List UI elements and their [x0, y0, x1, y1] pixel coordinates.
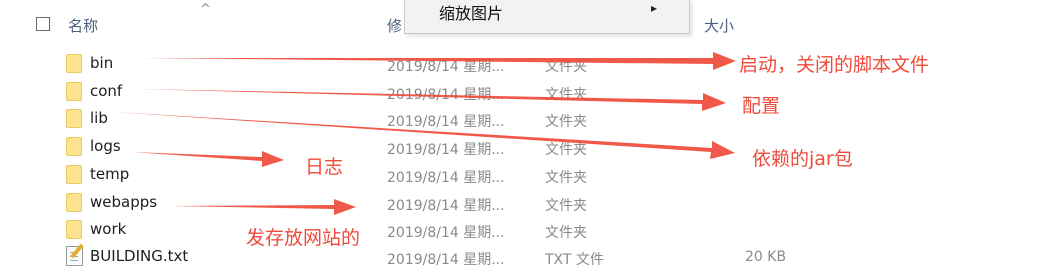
file-date: 2019/8/14 星期... — [387, 225, 505, 241]
annotation-conf: 配置 — [742, 95, 781, 117]
file-type: 文件夹 — [545, 225, 587, 241]
file-date: 2019/8/14 星期... — [387, 252, 505, 268]
folder-icon — [66, 220, 82, 239]
file-date: 2019/8/14 星期... — [387, 59, 505, 75]
file-name: BUILDING.txt — [90, 247, 189, 265]
text-file-icon — [66, 243, 84, 266]
file-name: lib — [90, 109, 108, 127]
annotation-lib: 依赖的jar包 — [752, 148, 853, 170]
sort-ascending-icon: ^ — [200, 2, 211, 17]
file-row-conf[interactable]: conf 2019/8/14 星期... 文件夹 — [0, 78, 1050, 105]
annotation-logs: 日志 — [305, 156, 344, 178]
date-column-header[interactable]: 修 — [387, 15, 402, 36]
file-type: 文件夹 — [545, 59, 587, 75]
file-row-webapps[interactable]: webapps 2019/8/14 星期... 文件夹 — [0, 189, 1050, 216]
file-row-logs[interactable]: logs 2019/8/14 星期... 文件夹 — [0, 133, 1050, 160]
folder-icon — [66, 137, 82, 156]
file-date: 2019/8/14 星期... — [387, 142, 505, 158]
file-name: logs — [90, 137, 121, 155]
file-type: TXT 文件 — [545, 252, 604, 268]
annotation-webapps: 发存放网站的 — [246, 227, 361, 249]
file-date: 2019/8/14 星期... — [387, 114, 505, 130]
menu-item-zoom-image[interactable]: 缩放图片 — [439, 0, 503, 24]
file-date: 2019/8/14 星期... — [387, 198, 505, 214]
select-all-checkbox[interactable] — [36, 17, 50, 31]
file-name: conf — [90, 82, 123, 100]
file-type: 文件夹 — [545, 114, 587, 130]
file-name: bin — [90, 54, 114, 72]
annotation-bin: 启动，关闭的脚本文件 — [739, 54, 930, 76]
file-name: work — [90, 220, 127, 238]
file-type: 文件夹 — [545, 198, 587, 214]
folder-icon — [66, 193, 82, 212]
file-date: 2019/8/14 星期... — [387, 170, 505, 186]
file-row-temp[interactable]: temp 2019/8/14 星期... 文件夹 — [0, 161, 1050, 188]
name-column-header[interactable]: 名称 — [68, 15, 98, 36]
file-size: 20 KB — [745, 249, 787, 265]
folder-icon — [66, 82, 82, 101]
file-date: 2019/8/14 星期... — [387, 87, 505, 103]
file-row-lib[interactable]: lib 2019/8/14 星期... 文件夹 — [0, 105, 1050, 132]
file-row-work[interactable]: work 2019/8/14 星期... 文件夹 — [0, 216, 1050, 243]
folder-icon — [66, 109, 82, 128]
file-name: webapps — [90, 193, 158, 211]
file-type: 文件夹 — [545, 142, 587, 158]
file-name: temp — [90, 165, 130, 183]
submenu-arrow-icon: ▸ — [650, 1, 657, 15]
folder-icon — [66, 54, 82, 73]
size-column-header[interactable]: 大小 — [704, 15, 734, 36]
folder-icon — [66, 165, 82, 184]
context-menu: 缩放图片 ▸ — [404, 0, 690, 34]
file-row-building-txt[interactable]: BUILDING.txt 2019/8/14 星期... TXT 文件 20 K… — [0, 243, 1050, 270]
file-type: 文件夹 — [545, 170, 587, 186]
file-type: 文件夹 — [545, 87, 587, 103]
